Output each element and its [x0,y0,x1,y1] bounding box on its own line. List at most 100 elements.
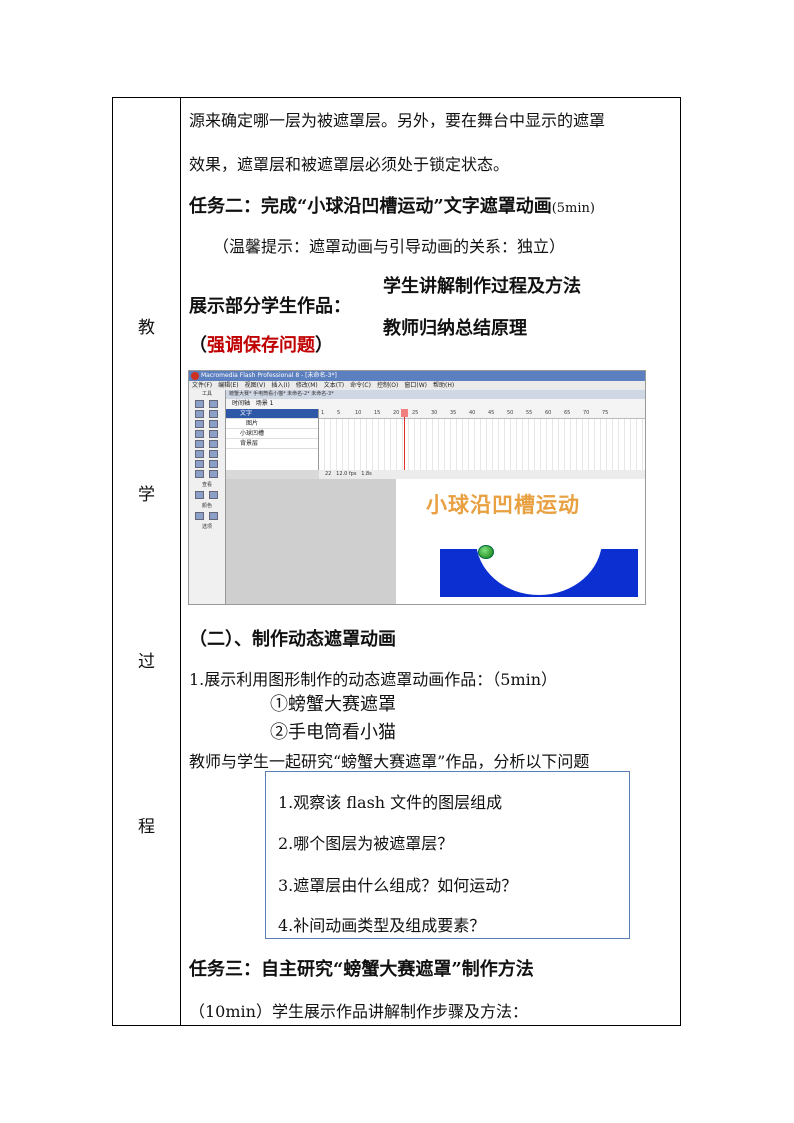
ruler-tick: 55 [526,410,533,416]
side-label-3: 过 [138,652,155,672]
ruler-tick: 50 [507,410,514,416]
menu-help[interactable]: 帮助(H) [433,382,454,389]
ruler-tick: 45 [488,410,495,416]
layer-background[interactable]: 背景层 [226,439,318,449]
ruler-tick: 25 [412,410,419,416]
student-explain: 学生讲解制作过程及方法 [383,276,581,297]
study-line: 教师与学生一起研究“螃蟹大赛遮罩”作品，分析以下问题 [189,752,590,771]
color-buttons [189,509,225,523]
task-two-title: 任务二：完成“小球沿凹槽运动”文字遮罩动画 [189,196,552,217]
green-ball [478,545,494,559]
side-label-4: 程 [138,817,155,837]
eyedropper-icon[interactable] [195,470,204,478]
stroke-color-icon[interactable] [195,512,204,520]
layer-image[interactable]: 图片 [226,419,318,429]
arrow-tool-icon[interactable] [195,400,204,408]
task-three-detail: （10min）学生展示作品讲解制作步骤及方法： [189,1002,528,1021]
menu-control[interactable]: 控制(O) [377,382,398,389]
tools-panel: 工具 查看 颜色 选项 [189,390,226,604]
save-note-close: ） [315,335,333,356]
scene-label: 场景 1 [255,400,274,407]
menu-window[interactable]: 窗口(W) [404,382,427,389]
line-tool-icon[interactable] [195,420,204,428]
save-note-open: （ [189,335,207,356]
fill-transform-icon[interactable] [209,410,218,418]
paragraph-line-2: 效果，遮罩层和被遮罩层必须处于锁定状态。 [189,155,510,174]
menu-modify[interactable]: 修改(M) [296,382,318,389]
fill-color-icon[interactable] [209,512,218,520]
document-tabs[interactable]: 螃蟹大赛* 手电筒看小猫* 未命名-2* 未命名-3* [226,390,645,399]
task-three-heading: 任务三：自主研究“螃蟹大赛遮罩”制作方法 [189,959,534,980]
hand-tool-icon[interactable] [195,491,204,499]
tools-label: 工具 [201,391,212,397]
paint-bucket-icon[interactable] [209,460,218,468]
task-two-time: (5min) [551,201,595,216]
save-note-emphasis: 强调保存问题 [207,335,315,356]
groove-shape [476,549,602,595]
question-1: 1.观察该 flash 文件的图层组成 [278,793,503,812]
item-one-a: ①螃蟹大赛遮罩 [270,694,396,715]
show-works-label: 展示部分学生作品： [189,296,351,317]
ruler-tick: 35 [450,410,457,416]
ruler-tick: 30 [431,410,438,416]
menu-text[interactable]: 文本(T) [324,382,344,389]
timeline-status: 22 12.0 fps 1.8s [319,470,645,479]
side-label-1: 教 [138,318,155,338]
pasteboard: 小球沿凹槽运动 [226,479,645,604]
frame-ruler: 1 5 10 15 20 25 30 35 40 45 50 55 60 65 … [319,409,645,419]
question-2: 2.哪个图层为被遮罩层？ [278,834,454,853]
ruler-tick: 15 [374,410,381,416]
rect-tool-icon[interactable] [209,440,218,448]
tool-buttons [189,397,225,481]
question-box: 1.观察该 flash 文件的图层组成 2.哪个图层为被遮罩层？ 3.遮罩层由什… [265,771,630,939]
eraser-icon[interactable] [209,470,218,478]
frame-rate: 12.0 fps [336,471,357,477]
flash-menubar: 文件(F) 编辑(E) 视图(V) 插入(I) 修改(M) 文本(T) 命令(C) 控制(O)… [189,381,645,390]
item-one: 1.展示利用图形制作的动态遮罩动画作品：（5min） [189,670,558,689]
save-note: （强调保存问题） [189,331,333,357]
ruler-tick: 20 [393,410,400,416]
ruler-tick: 60 [545,410,552,416]
brush-tool-icon[interactable] [209,450,218,458]
ruler-tick: 65 [564,410,571,416]
zoom-tool-icon[interactable] [209,491,218,499]
view-buttons [189,488,225,502]
groove-block [440,549,638,597]
lesson-table: 教 学 过 程 源来确定哪一层为被遮罩层。另外，要在舞台中显示的遮罩 效果，遮罩… [112,97,681,1026]
pen-tool-icon[interactable] [195,430,204,438]
text-tool-icon[interactable] [209,430,218,438]
menu-edit[interactable]: 编辑(E) [218,382,238,389]
menu-commands[interactable]: 命令(C) [350,382,371,389]
column-divider [180,98,181,1025]
stage: 小球沿凹槽运动 [396,479,645,604]
paragraph-line-1: 源来确定哪一层为被遮罩层。另外，要在舞台中显示的遮罩 [189,111,606,130]
ink-bottle-icon[interactable] [195,460,204,468]
subselect-tool-icon[interactable] [209,400,218,408]
layer-text[interactable]: 文字 [226,409,318,419]
ruler-tick: 40 [469,410,476,416]
scene-bar: 时间轴 场景 1 [226,399,645,409]
flash-titlebar: Macromedia Flash Professional 8 - [未命名-3… [189,371,645,381]
layer-list: 文字 图片 小球凹槽 背景层 [226,409,319,470]
side-label-2: 学 [138,485,155,505]
menu-file[interactable]: 文件(F) [192,382,212,389]
question-3: 3.遮罩层由什么组成？如何运动？ [278,876,518,895]
flash-screenshot: Macromedia Flash Professional 8 - [未命名-3… [188,370,646,605]
ruler-tick: 10 [355,410,362,416]
menu-view[interactable]: 视图(V) [245,382,266,389]
tip-text: （温馨提示：遮罩动画与引导动画的关系：独立） [213,237,566,256]
oval-tool-icon[interactable] [195,440,204,448]
timeline-panel: 螃蟹大赛* 手电筒看小猫* 未命名-2* 未命名-3* 时间轴 场景 1 文字 … [226,390,645,479]
frame-grid[interactable]: 1 5 10 15 20 25 30 35 40 45 50 55 60 65 … [319,409,645,470]
color-label: 颜色 [201,503,212,509]
pencil-tool-icon[interactable] [195,450,204,458]
playhead[interactable] [401,409,408,470]
lasso-tool-icon[interactable] [209,420,218,428]
teacher-summary: 教师归纳总结原理 [383,318,527,339]
menu-insert[interactable]: 插入(I) [271,382,289,389]
ruler-tick: 5 [337,410,341,416]
timeline-button[interactable]: 时间轴 [232,400,250,407]
free-transform-icon[interactable] [195,410,204,418]
flash-window-title: Macromedia Flash Professional 8 - [未命名-3… [201,372,337,379]
layer-ball-groove[interactable]: 小球凹槽 [226,429,318,439]
